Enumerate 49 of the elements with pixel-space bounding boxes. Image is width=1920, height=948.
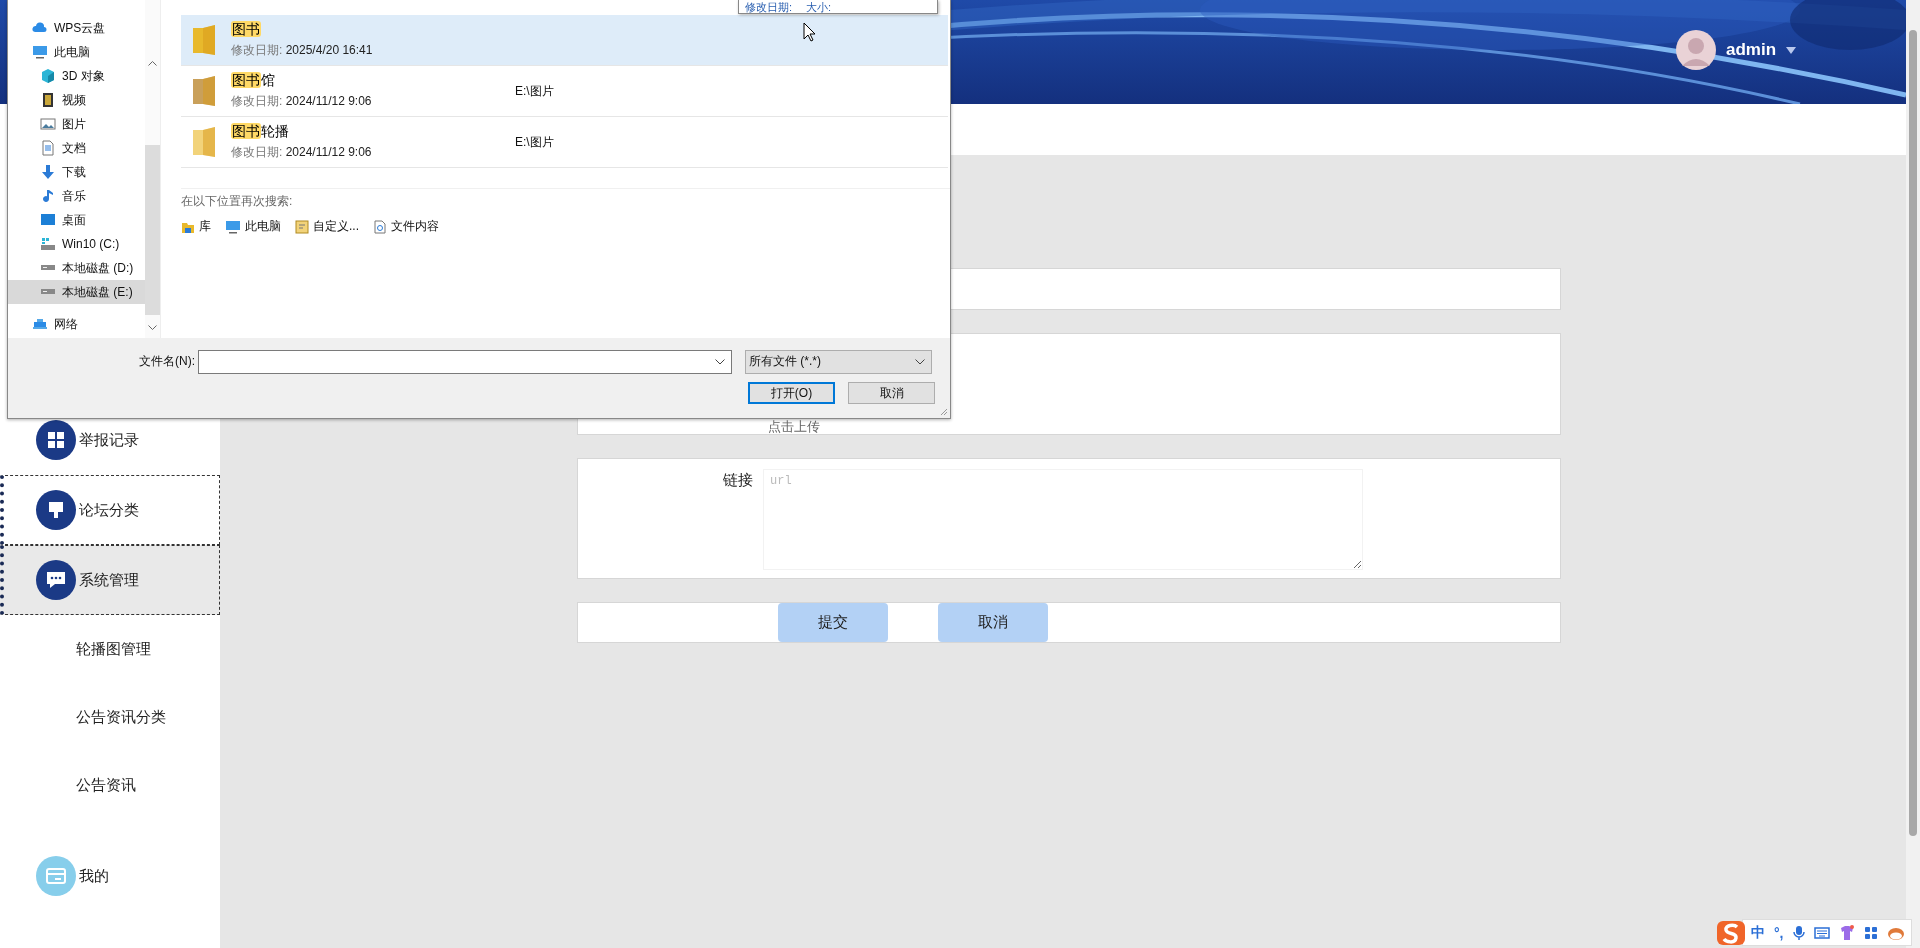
file-name: 图书	[231, 21, 262, 39]
search-again-label: 在以下位置再次搜索:	[181, 188, 950, 210]
dialog-button[interactable]: 打开(O)	[748, 382, 835, 404]
nav-item[interactable]: 网络	[8, 312, 146, 336]
form-button[interactable]: 提交	[778, 603, 888, 642]
file-name: 图书馆	[231, 72, 276, 90]
url-field[interactable]: url	[763, 469, 1363, 570]
result-item[interactable]: 图书轮播 修改日期: 2024/11/12 9:06 E:\图片	[181, 117, 948, 168]
upload-hint: 点击上传	[768, 419, 820, 434]
nav-item[interactable]: 文档	[8, 136, 146, 160]
nav-item[interactable]: 本地磁盘 (D:)	[8, 256, 146, 280]
submenu-item[interactable]: 公告资讯	[0, 751, 136, 819]
nav-item[interactable]: 3D 对象	[8, 64, 146, 88]
nav-item[interactable]: 下载	[8, 160, 146, 184]
field-label: 链接	[722, 470, 753, 490]
sidebar-item[interactable]: 系统管理	[0, 545, 220, 615]
modified-date: 修改日期: 2024/11/12 9:06	[231, 144, 373, 161]
modified-date: 修改日期: 2025/4/20 16:41	[231, 42, 374, 59]
tooltip-text: 大小:	[806, 2, 832, 13]
nav-item[interactable]: 此电脑	[8, 40, 146, 64]
file-type-dropdown[interactable]: 所有文件 (*.*)	[745, 349, 932, 374]
nav-item[interactable]: 图片	[8, 112, 146, 136]
location-link[interactable]: 库	[181, 218, 211, 235]
submenu-item[interactable]: 公告资讯分类	[0, 683, 166, 751]
location-link[interactable]: 自定义...	[295, 218, 359, 235]
ime-mode[interactable]: 中	[1751, 923, 1765, 942]
modified-date: 修改日期: 2024/11/12 9:06	[231, 93, 373, 110]
location-link[interactable]: 此电脑	[225, 218, 281, 235]
result-item[interactable]: 图书馆 修改日期: 2024/11/12 9:06 E:\图片	[181, 66, 948, 117]
user-name[interactable]: admin	[1726, 40, 1777, 60]
nav-item[interactable]: WPS云盘	[8, 16, 146, 40]
tooltip-text: 修改日期:	[745, 2, 793, 13]
ime-mode[interactable]: °,	[1774, 924, 1784, 941]
dialog-button[interactable]: 取消	[848, 382, 935, 404]
field-label: 文件名(N):	[138, 353, 196, 370]
nav-item[interactable]: 本地磁盘 (E:)	[8, 280, 146, 304]
sidebar-item[interactable]: 举报记录	[0, 405, 220, 475]
file-location: E:\图片	[515, 82, 554, 100]
file-location: E:\图片	[515, 133, 554, 151]
nav-item[interactable]: Win10 (C:)	[8, 232, 146, 256]
file-name: 图书轮播	[231, 123, 290, 141]
submenu-item[interactable]: 轮播图管理	[0, 615, 151, 683]
location-link[interactable]: 文件内容	[373, 218, 439, 235]
nav-item[interactable]: 桌面	[8, 208, 146, 232]
result-item[interactable]: 图书 修改日期: 2025/4/20 16:41	[181, 15, 948, 66]
form-button[interactable]: 取消	[938, 603, 1048, 642]
nav-item[interactable]: 音乐	[8, 184, 146, 208]
sidebar-item[interactable]: 我的	[0, 841, 220, 911]
nav-item[interactable]: 视频	[8, 88, 146, 112]
